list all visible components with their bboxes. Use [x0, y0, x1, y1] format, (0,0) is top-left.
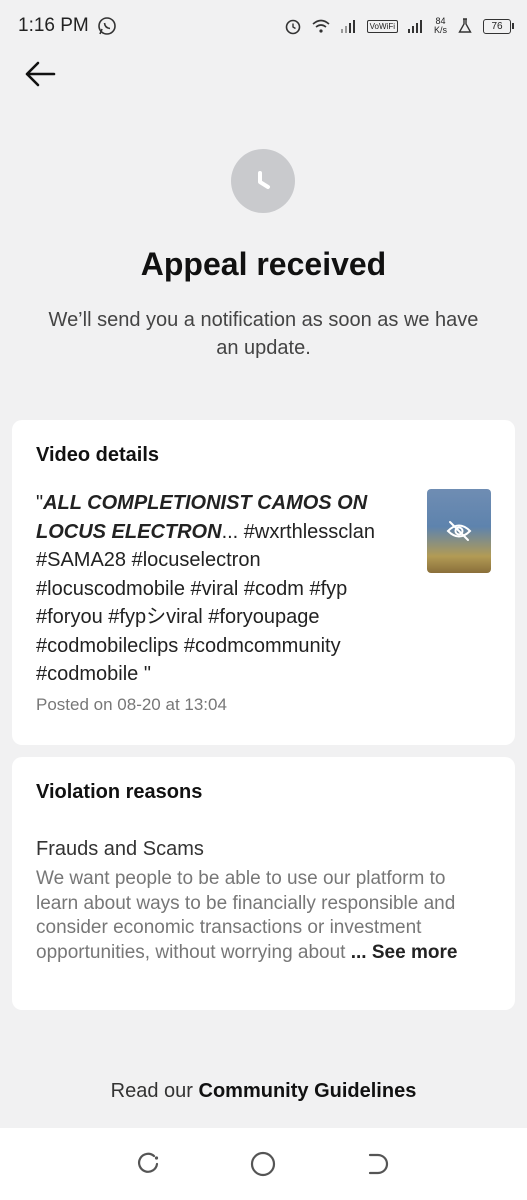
see-more-link[interactable]: ... See more	[351, 942, 458, 963]
battery-indicator: 76	[483, 18, 514, 34]
violation-reasons-card: Violation reasons Frauds and Scams We wa…	[12, 757, 515, 1010]
alarm-icon	[283, 16, 303, 36]
system-nav-bar	[0, 1128, 527, 1200]
signal-icon	[339, 16, 359, 36]
flask-icon	[455, 16, 475, 36]
back-nav-button[interactable]	[359, 1144, 399, 1184]
video-caption: "ALL COMPLETIONIST CAMOS ON LOCUS ELECTR…	[36, 489, 408, 689]
video-hashtags: #wxrthlessclan #SAMA28 #locuselectron #l…	[36, 520, 375, 686]
clock-icon	[258, 171, 270, 189]
wifi-icon	[311, 16, 331, 36]
arrow-left-icon	[25, 61, 56, 87]
violation-heading: Violation reasons	[36, 781, 203, 803]
page-subtitle: We’ll send you a notification as soon as…	[48, 309, 479, 359]
back-button[interactable]	[20, 56, 60, 92]
recents-button[interactable]	[128, 1144, 168, 1184]
home-icon	[251, 1151, 276, 1177]
posted-date: Posted on 08-20 at 13:04	[36, 694, 227, 714]
signal-icon-2	[406, 16, 426, 36]
status-bar: 1:16 PM VoWiFi 84 K/s 76	[0, 0, 527, 52]
eye-off-icon	[446, 521, 472, 541]
home-button[interactable]	[243, 1144, 283, 1184]
net-speed: 84 K/s	[434, 17, 447, 35]
video-row: "ALL COMPLETIONIST CAMOS ON LOCUS ELECTR…	[36, 489, 491, 715]
status-right: VoWiFi 84 K/s 76	[283, 16, 514, 36]
violation-reason-name: Frauds and Scams	[36, 838, 204, 860]
recents-icon	[137, 1152, 158, 1173]
community-guidelines-link[interactable]: Community Guidelines	[199, 1080, 417, 1102]
video-details-card[interactable]: Video details "ALL COMPLETIONIST CAMOS O…	[12, 420, 515, 745]
footer-guidelines: Read our Community Guidelines	[0, 1080, 527, 1103]
back-nav-icon	[369, 1153, 389, 1175]
status-left: 1:16 PM	[18, 15, 117, 37]
violation-description: We want people to be able to use our pla…	[36, 867, 491, 965]
video-details-heading: Video details	[36, 444, 160, 466]
footer-prefix: Read our	[110, 1080, 199, 1102]
whatsapp-icon	[97, 16, 117, 36]
vowifi-badge: VoWiFi	[366, 19, 398, 33]
status-time: 1:16 PM	[18, 15, 89, 36]
status-clock-circle	[231, 149, 295, 213]
video-thumbnail[interactable]	[427, 489, 491, 573]
video-title-ellipsis: ...	[221, 520, 239, 543]
page-title: Appeal received	[140, 246, 387, 282]
net-speed-unit: K/s	[433, 25, 447, 35]
